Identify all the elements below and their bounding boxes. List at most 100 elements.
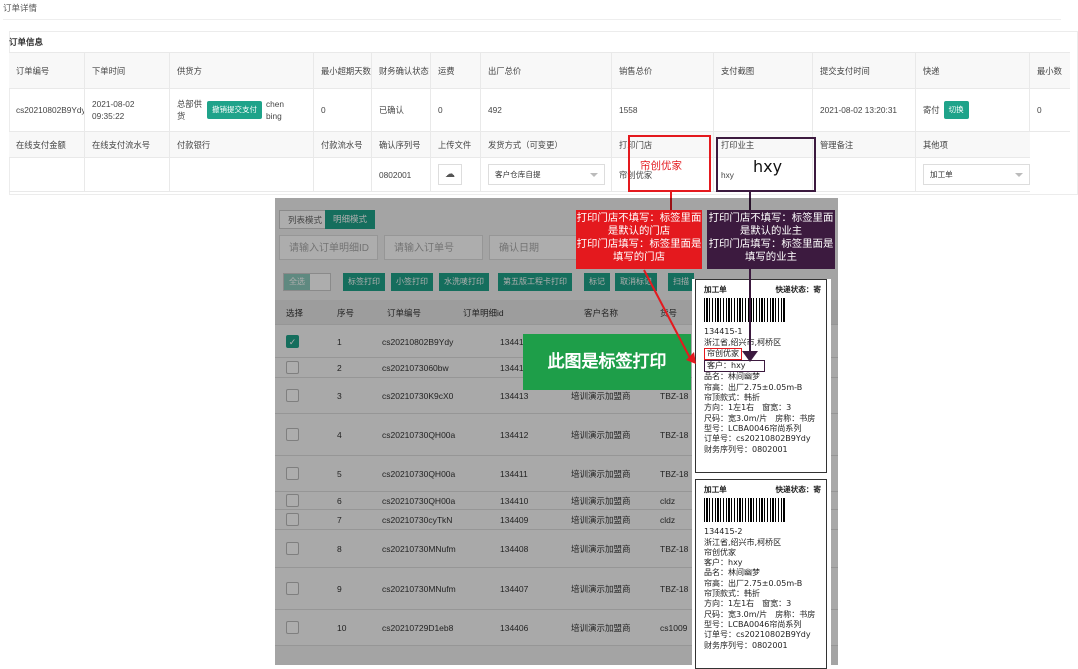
- label-customer: 客户：hxy: [704, 558, 743, 568]
- online-amount: [9, 158, 85, 191]
- row-index: 9: [337, 584, 342, 594]
- label-id: 134415-2: [704, 527, 743, 537]
- col-customer: 客户名称: [584, 308, 619, 318]
- pay-serial: [314, 158, 372, 191]
- row-index: 3: [337, 391, 342, 401]
- revoke-payment-button[interactable]: 撤销提交支付: [207, 101, 262, 119]
- print-owner-annotation: hxy: [753, 157, 783, 176]
- label-line: 帘高：出厂2.75±0.05m-B: [704, 578, 803, 588]
- ship-method-select[interactable]: 客户仓库自提: [488, 164, 605, 185]
- barcode-icon: [704, 498, 786, 523]
- col-header: 在线支付金额: [9, 132, 85, 157]
- row-checkbox[interactable]: [286, 542, 299, 555]
- row-checkbox[interactable]: [286, 494, 299, 507]
- row-checkbox[interactable]: [286, 467, 299, 480]
- payment-header-row: 在线支付金额 在线支付流水号 付款银行 付款流水号 确认序列号 上传文件 发货方…: [9, 132, 1030, 158]
- row-sku: TBZ-18: [660, 544, 689, 554]
- connector-line: [670, 192, 672, 210]
- label-line: 型号：LCBA0046帘尚系列: [704, 619, 802, 629]
- row-detail-id: 134409: [500, 515, 529, 525]
- row-index: 10: [337, 623, 347, 633]
- row-customer: 培训演示加盟商: [571, 515, 631, 525]
- upload-icon[interactable]: ☁: [438, 164, 462, 185]
- tab-list-mode[interactable]: 列表模式: [279, 210, 332, 229]
- engineering-card-print-button[interactable]: 第五版工程卡打印: [498, 273, 572, 291]
- col-select: 选择: [286, 308, 304, 318]
- select-all-label: 全选: [284, 274, 310, 290]
- supplier-prefix: 总部供货: [177, 99, 202, 121]
- ship-method-value: 客户仓库自提: [495, 169, 541, 179]
- label-card: 加工单 快递状态：寄 134415-2 浙江省,绍兴市,柯桥区 帘创优家 客户：h…: [695, 479, 827, 669]
- supplier-name: chen bing: [266, 99, 284, 121]
- row-checkbox[interactable]: [286, 361, 299, 374]
- col-header: 财务确认状态: [372, 53, 431, 88]
- label-store: 帘创优家: [704, 547, 736, 557]
- min-qty: 0: [1037, 105, 1042, 115]
- col-detail-id: 订单明细id: [463, 308, 504, 318]
- order-time: 2021-08-02 09:35:22: [85, 89, 170, 131]
- select-all-toggle[interactable]: 全选: [283, 273, 331, 291]
- other-select[interactable]: 加工单: [923, 164, 1030, 185]
- row-checkbox[interactable]: [286, 428, 299, 441]
- label-status: 快递状态：寄: [775, 485, 821, 494]
- other-value: 加工单: [930, 169, 953, 179]
- label-address: 浙江省,绍兴市,柯桥区: [704, 337, 782, 347]
- pay-bank: [170, 158, 314, 191]
- row-checkbox[interactable]: ✓: [286, 335, 299, 348]
- page-title: 订单详情: [3, 2, 1061, 20]
- label-line: 帘顶款式：韩折: [704, 393, 760, 403]
- connector-line: [749, 269, 751, 356]
- label-line: 财务序列号：0802001: [704, 444, 788, 454]
- row-customer: 培训演示加盟商: [571, 584, 631, 594]
- label-line: 品名：林间幽梦: [704, 372, 760, 382]
- row-customer: 培训演示加盟商: [571, 469, 631, 479]
- col-header: 发货方式（可变更）: [481, 132, 612, 157]
- row-index: 1: [337, 337, 342, 347]
- col-header: 最小数: [1037, 65, 1062, 76]
- label-sheets: 加工单 快递状态：寄 134415-1 浙江省,绍兴市,柯桥区 帘创优家 客户：h…: [692, 279, 831, 669]
- col-header: 付款流水号: [314, 132, 372, 157]
- row-checkbox[interactable]: [286, 582, 299, 595]
- row-checkbox[interactable]: [286, 621, 299, 634]
- row-sku: TBZ-18: [660, 391, 689, 401]
- row-detail-id: 134406: [500, 623, 529, 633]
- row-detail-id: 13441: [500, 363, 524, 373]
- mark-button[interactable]: 标记: [584, 273, 610, 291]
- express-type: 寄付: [923, 105, 940, 115]
- sales-total: 1558: [612, 89, 714, 131]
- row-customer: 培训演示加盟商: [571, 544, 631, 554]
- express-cell: 寄付 切换: [916, 89, 1030, 131]
- row-order-no: cs20210730MNufm: [382, 584, 456, 594]
- label-line: 尺码：宽3.0m/片 房称：书房: [704, 413, 816, 423]
- admin-note-input[interactable]: [813, 158, 916, 191]
- payment-time: 2021-08-02 13:20:31: [813, 89, 916, 131]
- print-store-annotation: 帘创优家: [640, 160, 682, 172]
- wash-label-print-button[interactable]: 水洗唛打印: [439, 273, 489, 291]
- row-sku: cs1009: [660, 623, 688, 633]
- online-serial: [85, 158, 170, 191]
- row-sku: TBZ-18: [660, 430, 689, 440]
- confirm-serial: 0802001: [372, 158, 431, 191]
- row-index: 8: [337, 544, 342, 554]
- small-label-print-button[interactable]: 小签打印: [391, 273, 433, 291]
- label-line: 帘高：出厂2.75±0.05m-B: [704, 382, 803, 392]
- row-sku: cldz: [660, 515, 676, 525]
- col-header: 支付截图: [714, 53, 813, 88]
- row-sku: TBZ-18: [660, 584, 689, 594]
- order-no-input[interactable]: 请输入订单号: [384, 235, 483, 260]
- order-data-row: cs20210802B9Ydy 2021-08-02 09:35:22 总部供货…: [9, 89, 1070, 132]
- store-callout: 打印门店不填写：标签里面是默认的门店 打印门店填写：标签里面是填写的门店: [576, 210, 702, 269]
- row-customer: 培训演示加盟商: [571, 430, 631, 440]
- confirm-date-input[interactable]: 确认日期: [489, 235, 588, 260]
- col-order-no: 订单编号: [387, 308, 422, 318]
- label-print-button[interactable]: 标签打印: [343, 273, 385, 291]
- col-header: 上传文件: [431, 132, 481, 157]
- row-checkbox[interactable]: [286, 513, 299, 526]
- switch-button[interactable]: 切换: [943, 101, 969, 119]
- row-order-no: cs20210730cyTkN: [382, 515, 453, 525]
- detail-id-input[interactable]: 请输入订单明细ID: [279, 235, 378, 260]
- col-header: 运费: [431, 53, 481, 88]
- label-card: 加工单 快递状态：寄 134415-1 浙江省,绍兴市,柯桥区 帘创优家 客户：h…: [695, 279, 827, 473]
- tab-detail-mode[interactable]: 明细模式: [325, 210, 376, 229]
- row-checkbox[interactable]: [286, 389, 299, 402]
